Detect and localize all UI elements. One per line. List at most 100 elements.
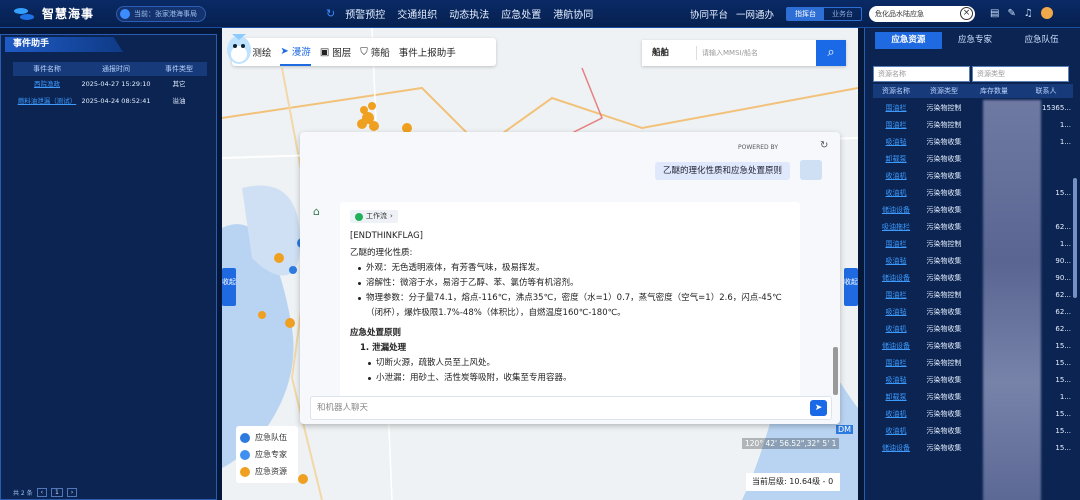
resource-name-link[interactable]: 储油设备 [873,202,919,219]
nav-item-port-collab[interactable]: 港航协同 [553,6,593,21]
filter-ships-tool[interactable]: ⛉ 筛船 [360,38,390,66]
chat-input[interactable]: 和机器人聊天 ➤ [310,396,832,420]
event-name-link[interactable]: 燃料油泄漏（测试） [13,93,81,110]
resource-name-link[interactable]: 吸油毡 [873,372,919,389]
legend-item-resource[interactable]: 应急资源 [240,463,294,480]
table-row[interactable]: 吸油毡 污染物收集 15... [873,372,1073,389]
event-name-link[interactable]: 西院渔政 [13,76,81,93]
legend-label: 应急队伍 [255,433,287,442]
table-row[interactable]: 储油设备 污染物收集 90... [873,270,1073,287]
resource-name-link[interactable]: 吸油拖栏 [873,219,919,236]
resource-name-link[interactable]: 吸油毡 [873,134,919,151]
table-row[interactable]: 收油机 污染物收集 [873,168,1073,185]
resource-name-link[interactable]: 卸载泵 [873,389,919,406]
resource-name-link[interactable]: 围油栏 [873,355,919,372]
edit-icon[interactable]: ✎ [1007,8,1015,19]
document-icon[interactable]: ▤ [990,8,999,19]
resource-type-input[interactable]: 资源类型 [972,66,1069,82]
avatar[interactable] [1040,7,1053,19]
resource-name-link[interactable]: 卸载泵 [873,151,919,168]
resource-name-link[interactable]: 围油栏 [873,287,919,304]
resource-name-link[interactable]: 储油设备 [873,440,919,457]
ship-search-input[interactable]: 请输入MMSI/船名 [697,48,816,58]
bell-icon[interactable]: ♫ [1024,8,1033,19]
collab-platform-link[interactable]: 协同平台 [690,7,728,21]
table-row[interactable]: 吸油拖栏 污染物收集 62... [873,219,1073,236]
prev-page-button[interactable]: ‹ [36,488,48,497]
resource-name-link[interactable]: 储油设备 [873,338,919,355]
command-desk-option[interactable]: 指挥台 [787,8,825,20]
workflow-badge[interactable]: 工作流 › [350,210,398,223]
table-row[interactable]: 围油栏 污染物控制 1... [873,236,1073,253]
table-row[interactable]: 吸油毡 污染物收集 90... [873,253,1073,270]
user-avatar [800,160,822,180]
business-desk-option[interactable]: 业务台 [824,8,861,20]
resource-scrollbar[interactable] [1073,178,1077,298]
tab-experts[interactable]: 应急专家 [942,32,1009,49]
table-row[interactable]: 吸油毡 污染物收集 62... [873,304,1073,321]
send-button[interactable]: ➤ [810,400,827,416]
refresh-icon[interactable]: ↻ [326,7,335,20]
tool-label: 事件上报助手 [398,48,456,59]
nav-item-emergency[interactable]: 应急处置 [501,6,541,21]
table-row[interactable]: 吸油毡 污染物收集 1... [873,134,1073,151]
resource-name-link[interactable]: 收油机 [873,185,919,202]
step-list: 切断火源，疏散人员至上风处。 小泄漏：用砂土、活性炭等吸附，收集至专用容器。 [366,356,790,386]
table-row[interactable]: 围油栏 污染物控制 15365... [873,100,1073,117]
nav-item-enforcement[interactable]: 动态执法 [449,6,489,21]
table-row[interactable]: 储油设备 污染物收集 [873,202,1073,219]
dolphin-assistant-icon[interactable] [222,28,256,68]
table-row[interactable]: 收油机 污染物收集 15... [873,185,1073,202]
table-row[interactable]: 围油栏 污染物控制 15... [873,355,1073,372]
table-row[interactable]: 卸载泵 污染物收集 [873,151,1073,168]
table-row[interactable]: 卸载泵 污染物收集 1... [873,389,1073,406]
resource-name-link[interactable]: 收油机 [873,321,919,338]
table-row[interactable]: 储油设备 污染物收集 15... [873,440,1073,457]
location-selector[interactable]: 当前：张家港海事局 [116,5,207,22]
resource-name-link[interactable]: 围油栏 [873,236,919,253]
resource-name-link[interactable]: 吸油毡 [873,304,919,321]
resource-name-link[interactable]: 围油栏 [873,117,919,134]
layers-tool[interactable]: ▣ 图层 [320,38,351,66]
resource-name-input[interactable]: 资源名称 [873,66,970,82]
resource-name-link[interactable]: 收油机 [873,168,919,185]
collapse-right-panel-button[interactable]: 收起 [844,268,858,306]
search-button[interactable]: ⌕ [816,40,846,66]
global-search-input[interactable]: 危化品水陆应急 × [869,6,975,22]
table-row[interactable]: 燃料油泄漏（测试） 2025-04-24 08:52:41 溢油 [13,93,207,110]
legend-label: 应急专家 [255,450,287,459]
event-report-tool[interactable]: 事件上报助手 [399,38,456,66]
legend-item-expert[interactable]: 应急专家 [240,446,294,463]
nav-item-warning[interactable]: 预警预控 [345,6,385,21]
chat-scrollbar[interactable] [833,347,838,395]
table-row[interactable]: 储油设备 污染物收集 15... [873,338,1073,355]
table-row[interactable]: 围油栏 污染物控制 1... [873,117,1073,134]
next-page-button[interactable]: › [66,488,78,497]
table-row[interactable]: 收油机 污染物收集 15... [873,423,1073,440]
refresh-chat-icon[interactable]: ↻ [820,140,828,151]
resource-name-link[interactable]: 收油机 [873,423,919,440]
table-row[interactable]: 收油机 污染物收集 15... [873,406,1073,423]
table-row[interactable]: 西院渔政 2025-04-27 15:29:10 其它 [13,76,207,93]
legend-item-team[interactable]: 应急队伍 [240,429,294,446]
portal-link[interactable]: 一网通办 [736,7,774,21]
resource-name-link[interactable]: 围油栏 [873,100,919,117]
roam-tool[interactable]: ➤ 漫游 [280,38,311,66]
tab-resources[interactable]: 应急资源 [875,32,942,49]
table-row[interactable]: 围油栏 污染物控制 62... [873,287,1073,304]
workbench-switch[interactable]: 指挥台 业务台 [786,7,863,21]
resource-name-link[interactable]: 储油设备 [873,270,919,287]
layers-icon: ▣ [319,46,330,58]
page-number-button[interactable]: 1 [51,488,63,497]
collapse-left-panel-button[interactable]: 收起 [222,268,236,306]
clear-icon[interactable]: × [960,7,973,20]
resource-type: 污染物收集 [926,427,962,435]
table-row[interactable]: 收油机 污染物收集 62... [873,321,1073,338]
resource-name-link[interactable]: 吸油毡 [873,253,919,270]
location-label: 当前：张家港海事局 [134,9,198,18]
nav-item-traffic[interactable]: 交通组织 [397,6,437,21]
resource-type: 污染物收集 [926,155,962,163]
search-type-select[interactable]: 船舶 [642,46,697,60]
resource-name-link[interactable]: 收油机 [873,406,919,423]
tab-teams[interactable]: 应急队伍 [1008,32,1075,49]
